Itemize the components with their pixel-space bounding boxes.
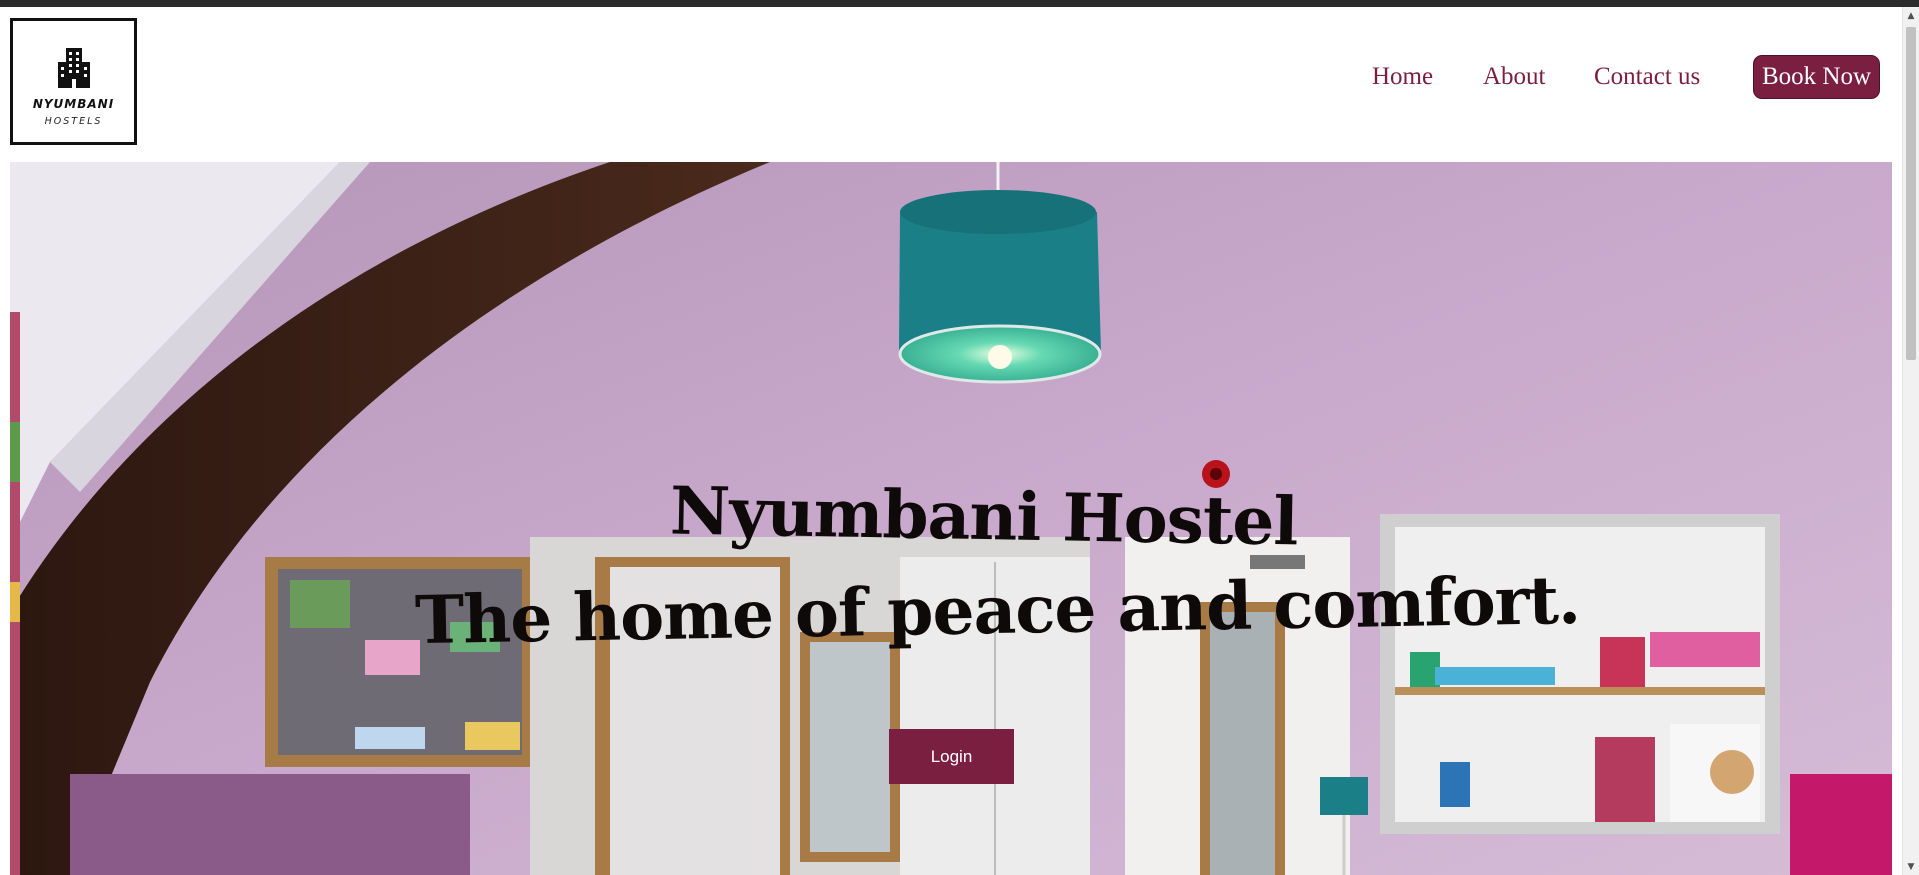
logo-brand-subtitle: HOSTELS — [44, 116, 103, 127]
browser-top-edge — [0, 0, 1919, 7]
building-icon — [58, 48, 90, 88]
site-logo[interactable]: NYUMBANI HOSTELS — [10, 18, 137, 145]
login-button[interactable]: Login — [889, 729, 1014, 784]
site-header: NYUMBANI HOSTELS Home About Contact us B… — [0, 7, 1902, 162]
vertical-scrollbar[interactable]: ▲ ▼ — [1902, 7, 1919, 875]
nav-contact-link[interactable]: Contact us — [1594, 55, 1700, 99]
logo-brand-name: NYUMBANI — [32, 97, 115, 111]
scroll-thumb[interactable] — [1906, 27, 1916, 360]
hero-section: Nyumbani Hostel The home of peace and co… — [10, 162, 1892, 875]
nav-home-link[interactable]: Home — [1372, 55, 1433, 99]
scroll-down-arrow-icon[interactable]: ▼ — [1903, 858, 1919, 875]
nav-about-link[interactable]: About — [1483, 55, 1546, 99]
scroll-up-arrow-icon[interactable]: ▲ — [1903, 7, 1919, 24]
page: NYUMBANI HOSTELS Home About Contact us B… — [0, 7, 1902, 875]
book-now-button[interactable]: Book Now — [1753, 55, 1880, 99]
